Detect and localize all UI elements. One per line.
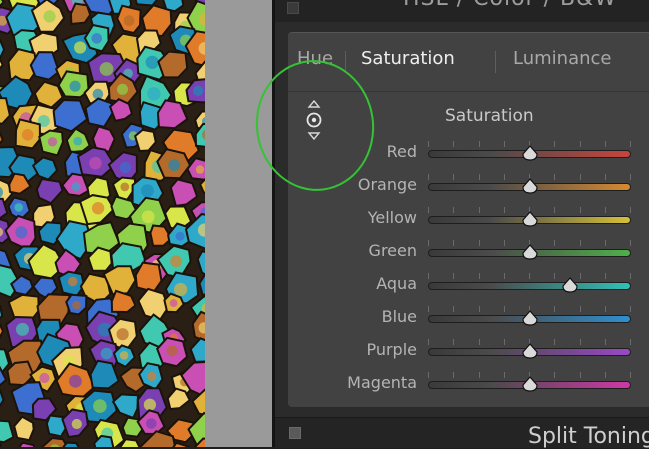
slider-label: Orange [357, 175, 417, 194]
split-toning-title[interactable]: Split Toning [528, 424, 649, 449]
slider-thumb-orange[interactable] [521, 178, 539, 194]
split-toning-panel-header[interactable]: Split Toning [275, 417, 649, 449]
tab-saturation[interactable]: Saturation [361, 48, 455, 69]
tab-separator [495, 51, 496, 73]
slider-row-blue: Blue [288, 303, 649, 336]
slider-row-red: Red [288, 138, 649, 171]
slider-thumb-green[interactable] [521, 244, 539, 260]
slider-row-magenta: Magenta [288, 369, 649, 402]
slider-thumb-red[interactable] [521, 145, 539, 161]
develop-panel: HSL / Color / B&W Hue Saturation Luminan… [275, 0, 649, 449]
hsl-tabs: Hue Saturation Luminance [288, 45, 649, 79]
slider-label: Blue [381, 307, 417, 326]
photo-preview [0, 0, 205, 447]
slider-row-yellow: Yellow [288, 204, 649, 237]
slider-thumb-purple[interactable] [521, 343, 539, 359]
slider-thumb-yellow[interactable] [521, 211, 539, 227]
slider-label: Yellow [367, 208, 417, 227]
slider-row-purple: Purple [288, 336, 649, 369]
slider-label: Magenta [347, 373, 417, 392]
panel-collapse-icon[interactable] [289, 427, 301, 439]
slider-label: Red [386, 142, 417, 161]
section-title: Saturation [445, 106, 534, 126]
slider-ticks [428, 273, 631, 281]
hsl-panel-header[interactable]: HSL / Color / B&W [275, 0, 649, 22]
slider-label: Aqua [376, 274, 417, 293]
slider-thumb-blue[interactable] [521, 310, 539, 326]
slider-label: Purple [366, 340, 417, 359]
slider-track-aqua[interactable] [428, 282, 631, 290]
hsl-panel: Hue Saturation Luminance Saturation Red O… [288, 32, 649, 407]
slider-label: Green [368, 241, 417, 260]
slider-row-orange: Orange [288, 171, 649, 204]
tab-separator [345, 51, 346, 73]
crystal-image [0, 0, 205, 447]
panel-header-title[interactable]: HSL / Color / B&W [403, 0, 617, 11]
tab-hue[interactable]: Hue [297, 48, 333, 69]
tabs-divider [288, 91, 649, 92]
slider-thumb-aqua[interactable] [561, 277, 579, 293]
tab-luminance[interactable]: Luminance [513, 48, 611, 69]
slider-thumb-magenta[interactable] [521, 376, 539, 392]
canvas-background [205, 0, 272, 447]
slider-row-aqua: Aqua [288, 270, 649, 303]
slider-row-green: Green [288, 237, 649, 270]
panel-collapse-icon[interactable] [287, 2, 299, 14]
